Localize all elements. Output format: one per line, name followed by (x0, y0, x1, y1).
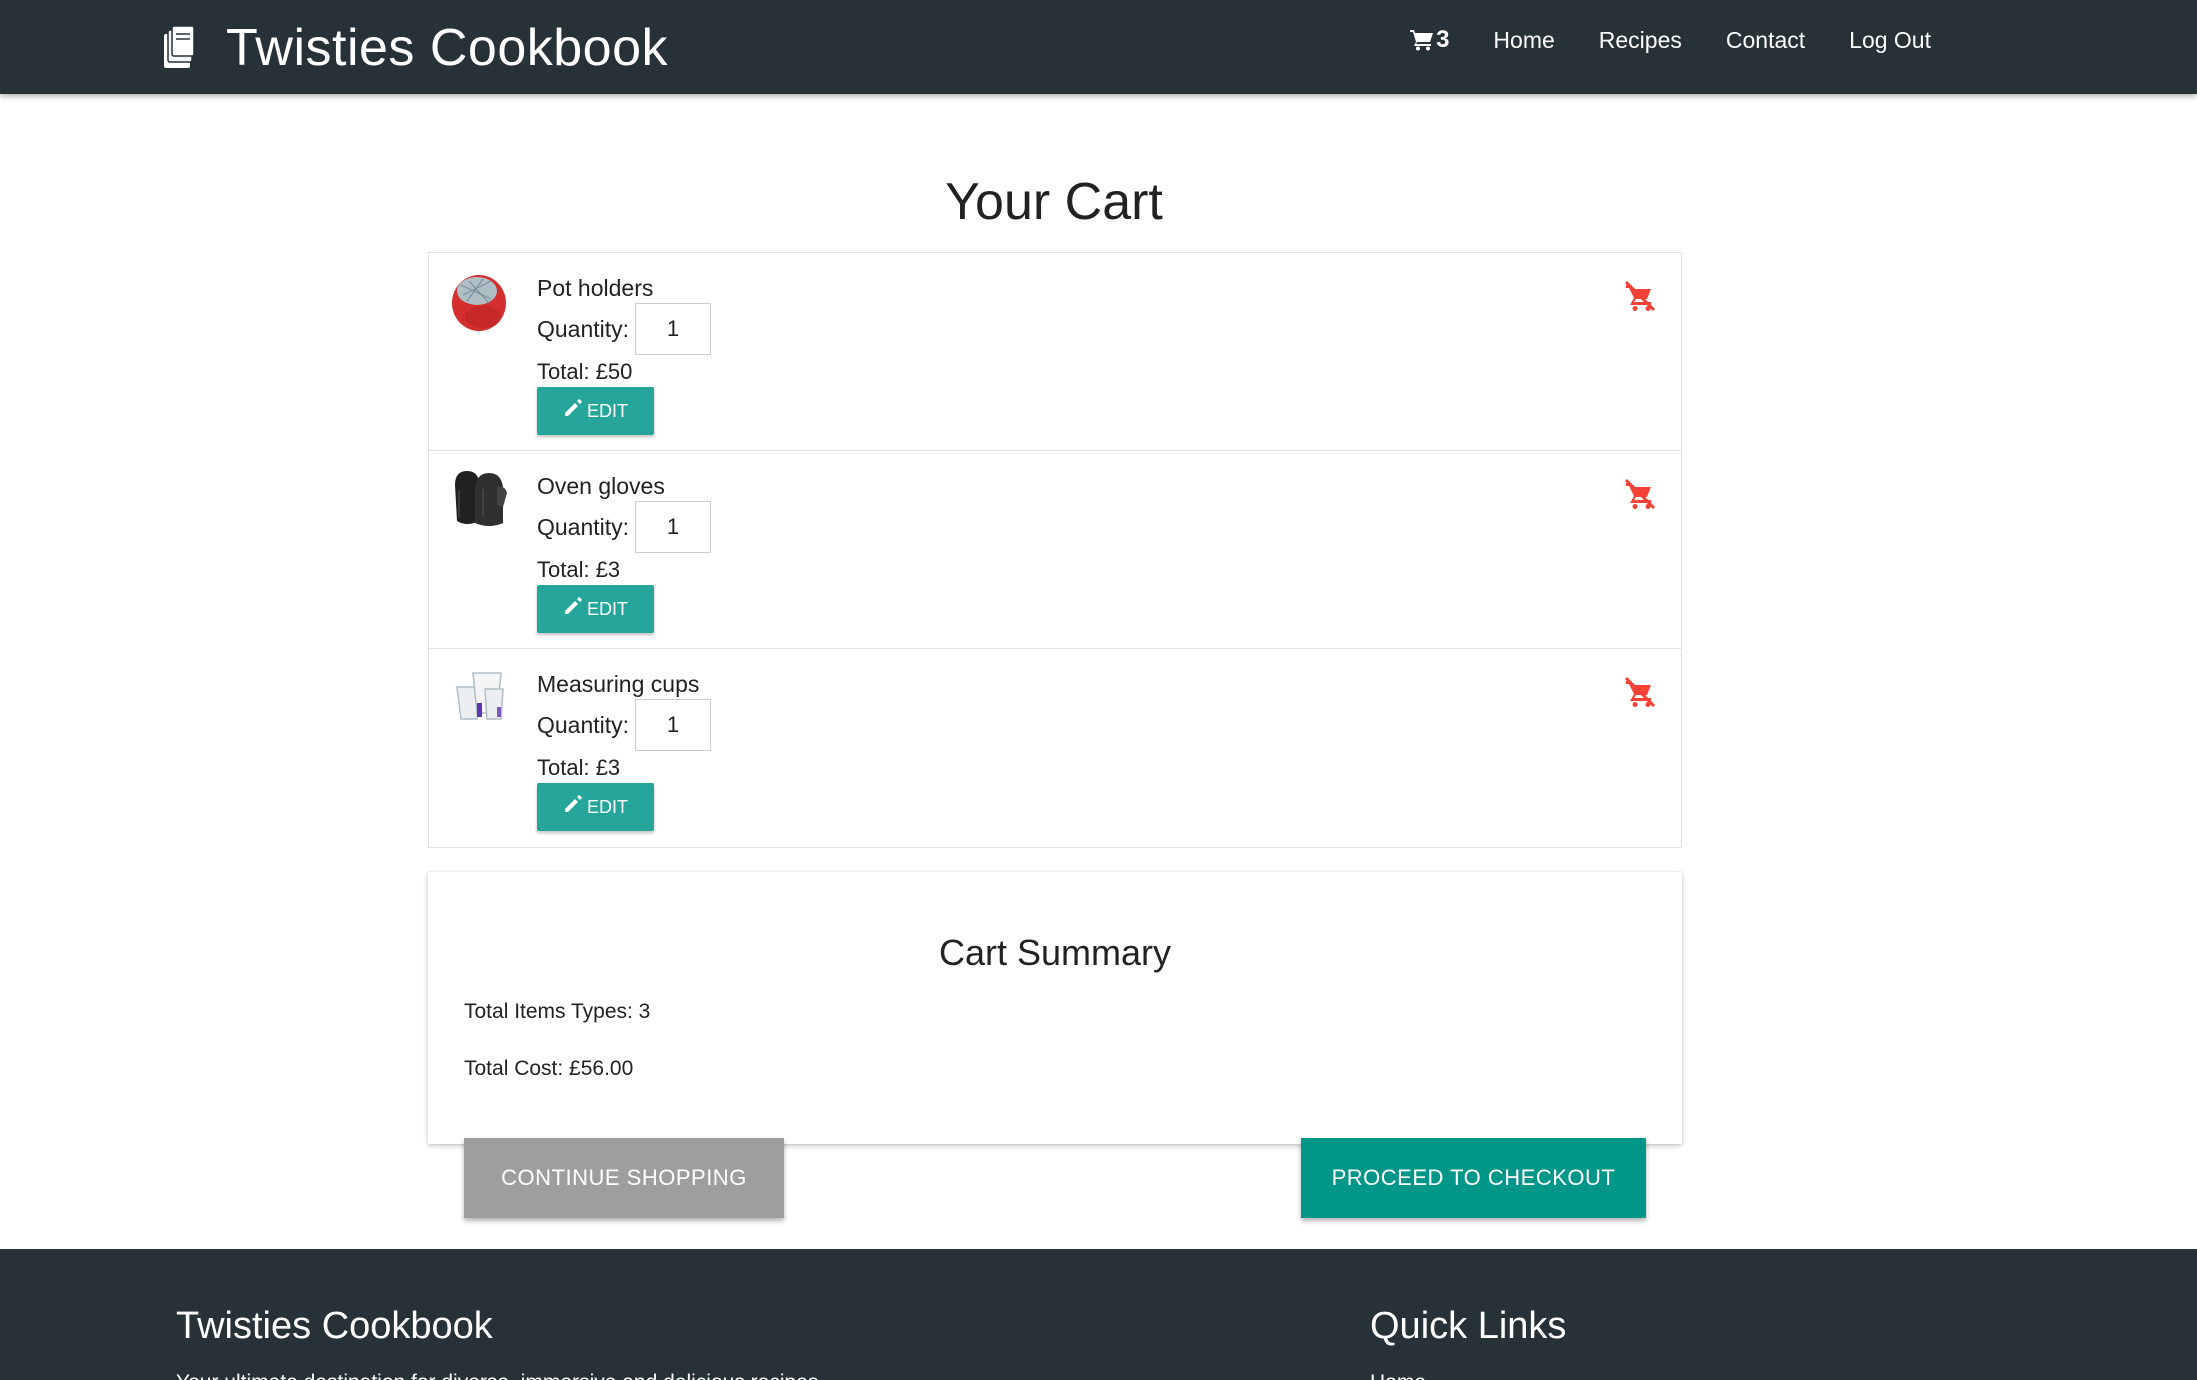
cart-item: Oven gloves Quantity: Total: £3 EDIT (429, 451, 1681, 649)
footer: Twisties Cookbook Your ultimate destinat… (0, 1249, 2197, 1380)
pencil-icon (564, 795, 582, 812)
proceed-to-checkout-button[interactable]: PROCEED TO CHECKOUT (1301, 1138, 1646, 1218)
edit-button[interactable]: EDIT (537, 783, 654, 831)
shopping-cart-icon (1410, 30, 1434, 51)
footer-link-home[interactable]: Home (1370, 1371, 1426, 1380)
remove-from-cart-icon[interactable] (1623, 279, 1657, 313)
remove-from-cart-icon[interactable] (1623, 477, 1657, 511)
item-total: Total: £50 (537, 359, 633, 384)
nav-link-recipes[interactable]: Recipes (1599, 27, 1682, 54)
oven-gloves-image (455, 471, 507, 526)
edit-button[interactable]: EDIT (537, 387, 654, 435)
footer-brand-title: Twisties Cookbook (176, 1305, 493, 1347)
nav-cart-link[interactable]: 3 (1410, 26, 1449, 54)
navbar: Twisties Cookbook 3 Home Recipes Contact… (0, 0, 2197, 94)
summary-title: Cart Summary (938, 932, 1172, 973)
edit-label: EDIT (586, 598, 628, 619)
cart-count: 3 (1436, 26, 1450, 53)
nav-link-contact[interactable]: Contact (1726, 27, 1805, 54)
item-name: Measuring cups (537, 671, 700, 697)
cart-item: Measuring cups Quantity: Total: £3 EDIT (429, 649, 1681, 847)
item-total: Total: £3 (537, 557, 621, 582)
cart-list: Pot holders Quantity: Total: £50 EDIT Ov… (428, 252, 1682, 848)
edit-label: EDIT (586, 400, 628, 421)
nav-link-home[interactable]: Home (1493, 27, 1554, 54)
edit-label: EDIT (586, 796, 628, 817)
pencil-icon (564, 597, 582, 614)
continue-shopping-button[interactable]: CONTINUE SHOPPING (464, 1138, 784, 1218)
cart-item: Pot holders Quantity: Total: £50 EDIT (429, 253, 1681, 451)
item-name: Oven gloves (537, 473, 665, 499)
quantity-label: Quantity: (537, 315, 630, 342)
quantity-row: Quantity: (537, 303, 712, 355)
quantity-input[interactable] (635, 699, 712, 751)
nav-link-logout[interactable]: Log Out (1849, 27, 1931, 54)
page-title: Your Cart (945, 173, 1163, 231)
quantity-input[interactable] (635, 303, 712, 355)
quantity-label: Quantity: (537, 513, 630, 540)
pot-holder-image (452, 275, 506, 331)
book-icon (164, 26, 195, 68)
brand-title: Twisties Cookbook (226, 19, 669, 77)
item-total: Total: £3 (537, 755, 621, 780)
quantity-row: Quantity: (537, 699, 712, 751)
quantity-input[interactable] (635, 501, 712, 553)
brand-logo[interactable]: Twisties Cookbook (160, 18, 668, 78)
edit-button[interactable]: EDIT (537, 585, 654, 633)
nav-links: 3 Home Recipes Contact Log Out (1410, 26, 1931, 54)
cart-summary-card: Cart Summary Total Items Types: 3 Total … (428, 872, 1682, 1144)
quantity-row: Quantity: (537, 501, 712, 553)
quantity-label: Quantity: (537, 711, 630, 738)
pencil-icon (564, 399, 582, 416)
footer-quick-links-title: Quick Links (1370, 1305, 1567, 1347)
total-cost: Total Cost: £56.00 (464, 1057, 634, 1080)
measuring-cups-image (456, 672, 504, 720)
item-name: Pot holders (537, 275, 654, 301)
total-item-types: Total Items Types: 3 (464, 1000, 651, 1023)
remove-from-cart-icon[interactable] (1623, 675, 1657, 709)
footer-tagline: Your ultimate destination for diverse, i… (176, 1371, 818, 1380)
